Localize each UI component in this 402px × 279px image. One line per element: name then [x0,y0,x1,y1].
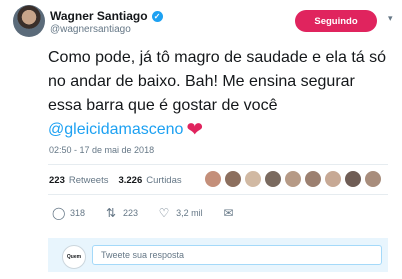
author-avatar[interactable] [13,5,45,37]
tweet-actions: ◯ 318 ⇅ 223 ♡ 3,2 mil ✉ [52,206,255,220]
chevron-down-icon[interactable]: ▾ [388,13,393,24]
tweet-text: Como pode, já tô magro de saudade e ela … [48,46,393,142]
liker-avatar[interactable] [365,171,381,187]
retweet-button[interactable]: ⇅ 223 [105,206,138,220]
tweet-timestamp[interactable]: 02:50 - 17 de mai de 2018 [49,145,154,155]
reply-composer: Quem [48,238,388,272]
liker-avatars [205,171,381,187]
reply-count: 318 [70,208,86,218]
liker-avatar[interactable] [225,171,241,187]
retweets-label[interactable]: Retweets [69,175,109,186]
reply-icon: ◯ [52,206,66,220]
heart-emoji-icon: ❤ [186,119,204,141]
tweet-body: Como pode, já tô magro de saudade e ela … [48,49,386,114]
author-name-row: Wagner Santiago ✓ [50,9,163,23]
reply-avatar: Quem [62,245,86,269]
heart-outline-icon: ♡ [158,206,170,220]
liker-avatar[interactable] [285,171,301,187]
like-button[interactable]: ♡ 3,2 mil [158,206,203,220]
reply-button[interactable]: ◯ 318 [52,206,85,220]
likes-label[interactable]: Curtidas [146,175,181,186]
liker-avatar[interactable] [345,171,361,187]
verified-badge-icon: ✓ [151,10,163,22]
retweet-count: 223 [123,208,139,218]
author-name[interactable]: Wagner Santiago [50,9,148,23]
author-handle[interactable]: @wagnersantiago [50,24,131,35]
direct-message-button[interactable]: ✉ [223,206,235,220]
retweets-count[interactable]: 223 [49,175,65,186]
tweet-stats: 223 Retweets 3.226 Curtidas [49,175,182,186]
liker-avatar[interactable] [265,171,281,187]
envelope-icon: ✉ [223,206,234,220]
reply-input[interactable] [92,245,382,265]
liker-avatar[interactable] [205,171,221,187]
liker-avatar[interactable] [325,171,341,187]
retweet-icon: ⇅ [106,206,117,220]
divider [48,194,388,195]
liker-avatar[interactable] [245,171,261,187]
likes-count[interactable]: 3.226 [118,175,142,186]
tweet-mention-link[interactable]: @gleicidamasceno [48,121,183,138]
divider [48,164,388,165]
like-count: 3,2 mil [176,208,203,218]
following-button[interactable]: Seguindo [295,10,377,32]
liker-avatar[interactable] [305,171,321,187]
